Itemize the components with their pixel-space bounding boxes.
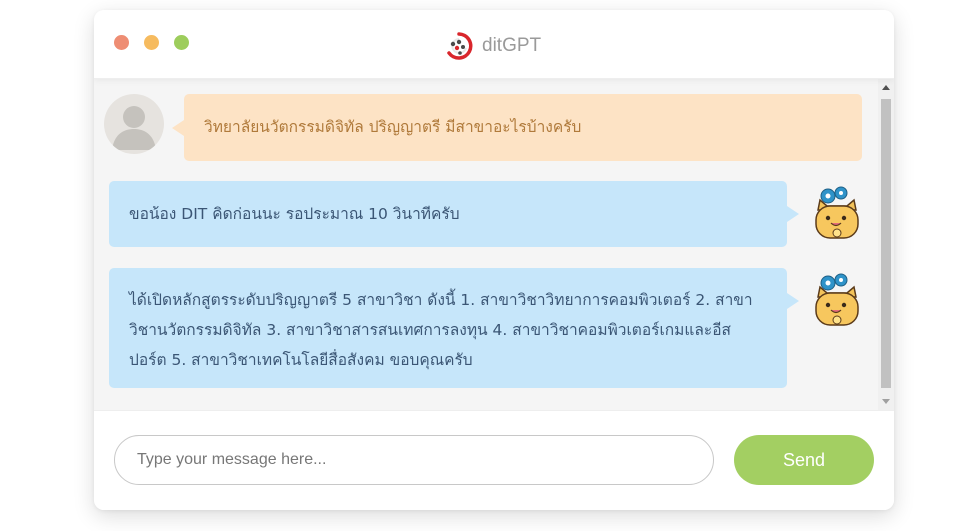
- app-brand: ditGPT: [444, 32, 541, 60]
- scroll-down-arrow-icon[interactable]: [882, 399, 890, 404]
- user-avatar-icon: [104, 94, 164, 154]
- send-button[interactable]: Send: [734, 435, 874, 485]
- message-list[interactable]: วิทยาลัยนวัตกรรมดิจิทัล ปริญญาตรี มีสาขา…: [94, 79, 878, 410]
- cat-mascot-icon: [806, 271, 868, 333]
- scroll-up-arrow-icon[interactable]: [882, 85, 890, 90]
- bot-message-bubble: ได้เปิดหลักสูตรระดับปริญญาตรี 5 สาขาวิชา…: [109, 268, 799, 388]
- user-message-bubble: วิทยาลัยนวัตกรรมดิจิทัล ปริญญาตรี มีสาขา…: [172, 94, 862, 161]
- scrollbar-thumb[interactable]: [881, 99, 891, 388]
- bot-message-bubble: ขอน้อง DIT คิดก่อนนะ รอประมาณ 10 วินาทีค…: [109, 181, 799, 247]
- message-input[interactable]: [114, 435, 714, 485]
- maximize-window-button[interactable]: [174, 35, 189, 50]
- close-window-button[interactable]: [114, 35, 129, 50]
- message-composer: Send: [94, 410, 894, 510]
- title-bar: ditGPT: [94, 10, 894, 79]
- ditgpt-logo-icon: [447, 32, 473, 60]
- app-title: ditGPT: [482, 35, 542, 56]
- message-scrollbar[interactable]: [878, 79, 894, 410]
- cat-mascot-icon: [806, 184, 868, 246]
- minimize-window-button[interactable]: [144, 35, 159, 50]
- chat-window: ditGPT วิทยาลัยนวัตกรรมดิจิทัล ปริญญาตรี…: [94, 10, 894, 510]
